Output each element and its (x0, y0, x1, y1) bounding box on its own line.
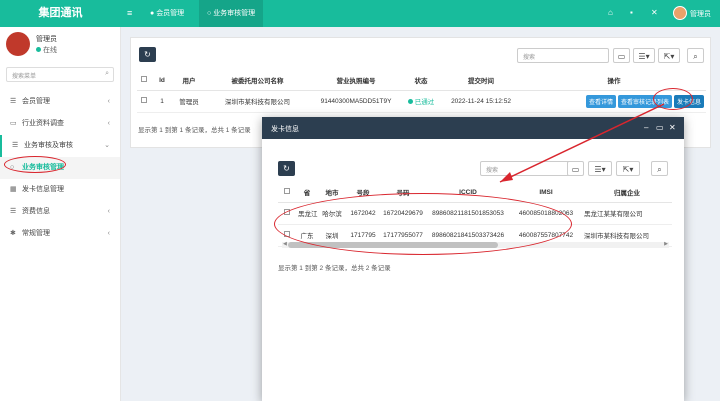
user-icon: ● (150, 10, 155, 17)
modal-search-input[interactable]: 搜索 (480, 161, 570, 176)
col-header: IMSI (510, 183, 582, 203)
col-header: 省 (296, 183, 318, 203)
list-icon: ☰ (10, 208, 17, 215)
annotation-circle-modal-rows (274, 193, 572, 255)
cell-id: 1 (151, 90, 173, 113)
sidebar-item-tariff[interactable]: ☰ 资费信息 ‹ (0, 201, 120, 223)
modal-toggle-view-button[interactable]: ▭ (567, 161, 584, 176)
col-header: 营业执照编号 (310, 71, 402, 91)
top-user-name[interactable]: 管理员 (690, 9, 711, 19)
cell-time: 2022-11-24 15:12:52 (440, 90, 522, 113)
gear-icon: ✱ (10, 230, 16, 237)
sidebar-item-review-group[interactable]: ☰ 业务审核及审核 ⌄ (0, 135, 120, 157)
chevron-down-icon: ⌄ (104, 142, 110, 149)
profile-avatar (6, 32, 30, 56)
cell-user: 管理员 (173, 90, 205, 113)
refresh-icon: ↻ (283, 164, 290, 173)
scroll-right-icon[interactable]: ▶ (664, 241, 668, 247)
close-icon[interactable]: ✕ (669, 123, 676, 132)
list-icon: ☰ (10, 98, 17, 105)
hamburger-icon[interactable]: ≡ (127, 8, 132, 18)
sidebar-item-card-info[interactable]: ▦ 发卡信息管理 (0, 179, 120, 201)
annotation-circle-card-button (653, 88, 693, 110)
sidebar-search-input[interactable]: 搜索菜单 ⌕ (6, 67, 114, 82)
home-icon[interactable]: ⌂ (608, 8, 613, 17)
sidebar-item-general[interactable]: ✱ 常规管理 ‹ (0, 223, 120, 245)
columns-icon: ☰▾ (594, 165, 606, 174)
main-search-input[interactable]: 搜索 (517, 48, 609, 63)
search-icon: ⌕ (657, 165, 662, 174)
search-icon: ⌕ (693, 52, 698, 61)
modal-search-button[interactable]: ⌕ (651, 161, 668, 176)
export-button[interactable]: ⇱▾ (658, 48, 680, 63)
col-header: 操作 (522, 71, 706, 91)
sidebar-item-member[interactable]: ☰ 会员管理 ‹ (0, 91, 120, 113)
sidebar: 管理员 在线 搜索菜单 ⌕ ☰ 会员管理 ‹ ▭ 行业资料调查 ‹ ☰ 业务审核及审核 ⌄ … (0, 27, 121, 401)
profile-status: 在线 (36, 45, 57, 55)
col-header: 用户 (173, 71, 205, 91)
col-header: 状态 (402, 71, 440, 91)
top-navbar: 集团通讯 ≡ ● 会员管理 ○ 业务审核管理 ⌂ ▪ ✕ 管理员 (0, 0, 720, 27)
tab-business-review[interactable]: ○ 业务审核管理 (199, 0, 264, 27)
list-icon: ☰ (12, 142, 19, 149)
modal-header[interactable]: 发卡信息 – ▭ ✕ (262, 117, 684, 139)
col-header: 被委托用公司名称 (205, 71, 310, 91)
scroll-left-icon[interactable]: ◀ (283, 241, 287, 247)
expand-icon[interactable]: ✕ (651, 8, 658, 17)
app-brand[interactable]: 集团通讯 (0, 0, 121, 27)
modal-columns-button[interactable]: ☰▾ (588, 161, 612, 176)
columns-button[interactable]: ☰▾ (633, 48, 655, 63)
folder-icon: ▭ (10, 120, 17, 127)
chevron-left-icon: ‹ (107, 98, 110, 105)
modal-export-button[interactable]: ⇱▾ (616, 161, 640, 176)
cell-license: 91440300MA5DD51T9Y (310, 90, 402, 113)
toggle-view-button[interactable]: ▭ (613, 48, 630, 63)
calendar-icon: ▦ (10, 186, 17, 193)
review-table: Id 用户 被委托用公司名称 营业执照编号 状态 提交时间 操作 1 管理员 深… (137, 71, 706, 113)
search-button[interactable]: ⌕ (687, 48, 704, 63)
status-badge: 已通过 (402, 90, 440, 113)
maximize-icon[interactable]: ▭ (656, 123, 664, 132)
chevron-left-icon: ‹ (107, 208, 110, 215)
view-detail-button[interactable]: 查看详情 (585, 94, 616, 108)
modal-refresh-button[interactable]: ↻ (278, 161, 295, 176)
tab-label: 会员管理 (156, 10, 185, 17)
search-icon[interactable]: ⌕ (105, 70, 109, 78)
profile-name: 管理员 (36, 36, 57, 43)
modal-title: 发卡信息 (271, 126, 299, 133)
table-row: 1 管理员 深圳市某科技有限公司 91440300MA5DD51T9Y 已通过 … (137, 90, 706, 113)
refresh-button[interactable]: ↻ (139, 47, 156, 62)
refresh-icon: ↻ (144, 50, 151, 59)
columns-icon: ☰▾ (638, 52, 650, 61)
circle-icon: ○ (207, 10, 212, 17)
tab-label: 业务审核管理 (213, 10, 256, 17)
cell-company: 黑龙江某某有限公司 (582, 202, 672, 225)
card-info-modal: 发卡信息 – ▭ ✕ ↻ 搜索 ▭ ☰▾ ⇱▾ ⌕ 省 地市 号段 号码 ICC… (262, 117, 684, 401)
avatar[interactable] (673, 6, 687, 20)
chevron-left-icon: ‹ (107, 120, 110, 127)
table-pagination-info: 显示第 1 到第 1 条记录，总共 1 条记录 (138, 127, 251, 134)
tab-member-management[interactable]: ● 会员管理 (142, 0, 192, 27)
sidebar-item-industry[interactable]: ▭ 行业资料调查 ‹ (0, 113, 120, 135)
chevron-left-icon: ‹ (107, 230, 110, 237)
online-dot (36, 47, 41, 52)
annotation-circle-sidebar (4, 156, 66, 173)
cell-company: 深圳市某科技有限公司 (205, 90, 310, 113)
trash-icon[interactable]: ▪ (630, 8, 633, 17)
row-checkbox[interactable] (137, 90, 151, 113)
col-header: Id (151, 71, 173, 91)
export-icon: ⇱▾ (663, 52, 675, 61)
table-header-row: Id 用户 被委托用公司名称 营业执照编号 状态 提交时间 操作 (137, 71, 706, 91)
col-header: 提交时间 (440, 71, 522, 91)
modal-pagination-info: 显示第 1 到第 2 条记录，总共 2 条记录 (278, 265, 391, 272)
table-icon: ▭ (617, 52, 626, 61)
col-header: 归属企业 (582, 183, 672, 203)
table-icon: ▭ (571, 165, 580, 174)
select-all-checkbox[interactable] (278, 183, 296, 203)
select-all-checkbox[interactable] (137, 71, 151, 91)
minimize-icon[interactable]: – (644, 123, 648, 132)
export-icon: ⇱▾ (622, 165, 634, 174)
